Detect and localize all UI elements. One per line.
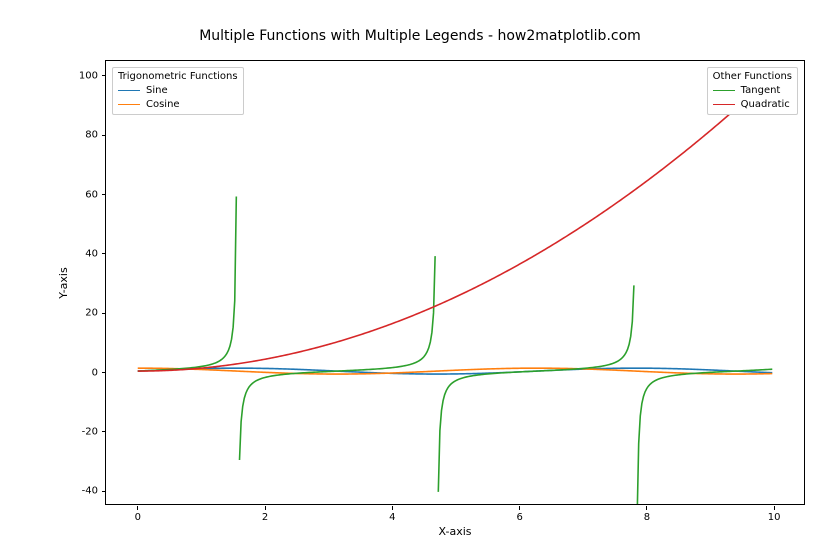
- chart-figure: Multiple Functions with Multiple Legends…: [0, 0, 840, 560]
- y-tick-mark: [102, 313, 106, 314]
- legend-swatch-cosine: [118, 104, 140, 105]
- legend-item-sine: Sine: [118, 83, 238, 97]
- x-tick-mark: [392, 506, 393, 510]
- plot-area: X-axis Y-axis Trigonometric Functions Si…: [105, 60, 805, 505]
- y-tick-label: 40: [66, 248, 98, 259]
- legend-label-tangent: Tangent: [741, 85, 781, 96]
- legend-trig-title: Trigonometric Functions: [118, 71, 238, 82]
- legend-label-sine: Sine: [146, 85, 168, 96]
- x-axis-label: X-axis: [439, 525, 472, 538]
- legend-swatch-sine: [118, 90, 140, 91]
- y-axis-label: Y-axis: [57, 267, 70, 298]
- y-tick-label: 20: [66, 308, 98, 319]
- legend-swatch-quadratic: [713, 104, 735, 105]
- x-tick-mark: [137, 506, 138, 510]
- series-tangent: [138, 196, 773, 504]
- legend-trig: Trigonometric Functions Sine Cosine: [112, 67, 244, 115]
- legend-item-quadratic: Quadratic: [713, 97, 792, 111]
- y-tick-mark: [102, 75, 106, 76]
- x-tick-label: 2: [262, 512, 268, 523]
- y-tick-mark: [102, 253, 106, 254]
- legend-other: Other Functions Tangent Quadratic: [707, 67, 798, 115]
- x-tick-label: 0: [135, 512, 141, 523]
- legend-item-cosine: Cosine: [118, 97, 238, 111]
- x-tick-label: 6: [516, 512, 522, 523]
- x-tick-label: 10: [768, 512, 781, 523]
- x-tick-label: 8: [644, 512, 650, 523]
- y-tick-label: -40: [66, 486, 98, 497]
- x-tick-mark: [774, 506, 775, 510]
- plot-svg: [106, 61, 804, 504]
- y-tick-mark: [102, 135, 106, 136]
- x-tick-mark: [646, 506, 647, 510]
- x-tick-label: 4: [389, 512, 395, 523]
- y-tick-label: 100: [66, 70, 98, 81]
- x-tick-mark: [519, 506, 520, 510]
- chart-title: Multiple Functions with Multiple Legends…: [0, 28, 840, 44]
- legend-item-tangent: Tangent: [713, 83, 792, 97]
- y-tick-mark: [102, 194, 106, 195]
- legend-other-title: Other Functions: [713, 71, 792, 82]
- y-tick-mark: [102, 431, 106, 432]
- legend-swatch-tangent: [713, 90, 735, 91]
- x-tick-mark: [265, 506, 266, 510]
- legend-label-cosine: Cosine: [146, 99, 180, 110]
- y-tick-mark: [102, 372, 106, 373]
- y-tick-label: -20: [66, 426, 98, 437]
- y-tick-label: 60: [66, 189, 98, 200]
- y-tick-label: 0: [66, 367, 98, 378]
- y-tick-label: 80: [66, 130, 98, 141]
- y-tick-mark: [102, 491, 106, 492]
- legend-label-quadratic: Quadratic: [741, 99, 790, 110]
